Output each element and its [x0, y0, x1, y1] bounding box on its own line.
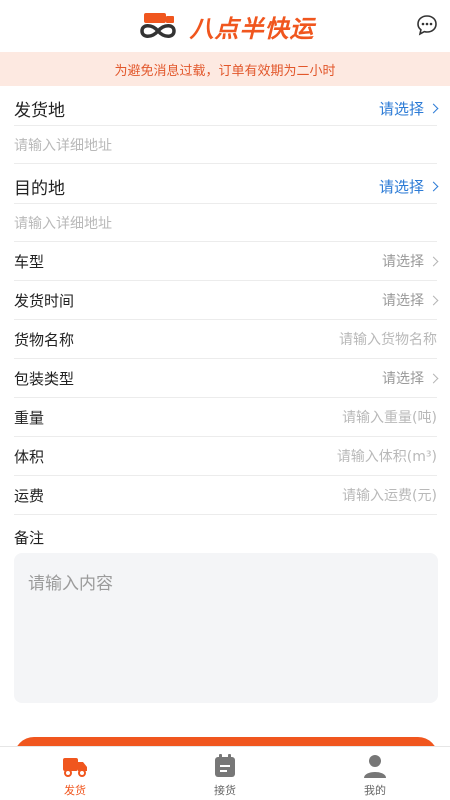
origin-select-text: 请选择 — [378, 100, 424, 118]
origin-address-input[interactable]: 请输入详细地址 — [14, 135, 112, 155]
freight-input[interactable]: 请输入运费(元) — [342, 485, 437, 505]
weight-row[interactable]: 重量 请输入重量(吨) — [14, 398, 437, 437]
truck-icon — [63, 758, 87, 777]
destination-select-text: 请选择 — [378, 178, 424, 196]
destination-select[interactable]: 请选择 — [378, 176, 439, 197]
tab-ship-label: 发货 — [64, 784, 86, 797]
weight-label: 重量 — [14, 408, 45, 427]
goods-name-input[interactable]: 请输入货物名称 — [339, 329, 437, 349]
clipboard-icon — [215, 754, 235, 777]
volume-label: 体积 — [14, 447, 45, 466]
ship-time-row[interactable]: 发货时间 请选择 — [14, 281, 439, 320]
volume-input[interactable]: 请输入体积(m³) — [337, 446, 437, 466]
note-textarea[interactable] — [28, 569, 424, 687]
packaging-select[interactable]: 请选择 — [382, 368, 439, 388]
user-icon — [364, 755, 386, 778]
origin-label: 发货地 — [14, 101, 65, 121]
freight-label: 运费 — [14, 486, 45, 505]
tab-mine[interactable]: 我的 — [300, 747, 450, 800]
note-label: 备注 — [14, 529, 45, 547]
truck-logo-icon — [139, 13, 176, 38]
destination-label: 目的地 — [14, 179, 65, 199]
packaging-label: 包装类型 — [14, 369, 75, 388]
origin-row[interactable]: 发货地 请选择 — [14, 86, 439, 126]
vehicle-type-value: 请选择 — [382, 254, 424, 270]
destination-row[interactable]: 目的地 请选择 — [14, 164, 439, 204]
packaging-value: 请选择 — [382, 371, 424, 387]
packaging-row[interactable]: 包装类型 请选择 — [14, 359, 439, 398]
notice-banner: 为避免消息过载，订单有效期为二小时 — [0, 52, 450, 86]
chat-bubble-icon[interactable] — [416, 14, 438, 36]
goods-name-label: 货物名称 — [14, 330, 75, 349]
chevron-right-icon — [428, 181, 439, 192]
destination-address-row[interactable]: 请输入详细地址 — [14, 204, 437, 242]
chevron-right-icon — [428, 295, 439, 305]
ship-time-select[interactable]: 请选择 — [382, 290, 439, 310]
tab-receive[interactable]: 接货 — [150, 747, 300, 800]
note-box — [14, 553, 438, 703]
vehicle-type-label: 车型 — [14, 252, 45, 271]
app-header: 八点半快运 — [0, 0, 450, 52]
origin-select[interactable]: 请选择 — [378, 98, 439, 119]
freight-row[interactable]: 运费 请输入运费(元) — [14, 476, 437, 515]
chevron-right-icon — [428, 256, 439, 266]
vehicle-type-row[interactable]: 车型 请选择 — [14, 242, 439, 281]
goods-name-row[interactable]: 货物名称 请输入货物名称 — [14, 320, 437, 359]
tab-ship[interactable]: 发货 — [0, 747, 150, 800]
vehicle-type-select[interactable]: 请选择 — [382, 251, 439, 271]
brand-logo: 八点半快运 — [136, 9, 315, 44]
bottom-tab-bar: 发货 接货 我的 — [0, 746, 450, 800]
chevron-right-icon — [428, 103, 439, 114]
destination-address-input[interactable]: 请输入详细地址 — [14, 213, 112, 233]
ship-time-label: 发货时间 — [14, 291, 75, 310]
tab-mine-label: 我的 — [364, 784, 386, 797]
tab-receive-label: 接货 — [214, 784, 236, 797]
chevron-right-icon — [428, 373, 439, 383]
ship-time-value: 请选择 — [382, 293, 424, 309]
shipment-form: 发货地 请选择 请输入详细地址 目的地 请选择 请输入详细地址 车型 请选择 发… — [0, 86, 450, 553]
volume-row[interactable]: 体积 请输入体积(m³) — [14, 437, 437, 476]
origin-address-row[interactable]: 请输入详细地址 — [14, 126, 437, 164]
brand-name: 八点半快运 — [189, 14, 315, 43]
weight-input[interactable]: 请输入重量(吨) — [342, 407, 437, 427]
